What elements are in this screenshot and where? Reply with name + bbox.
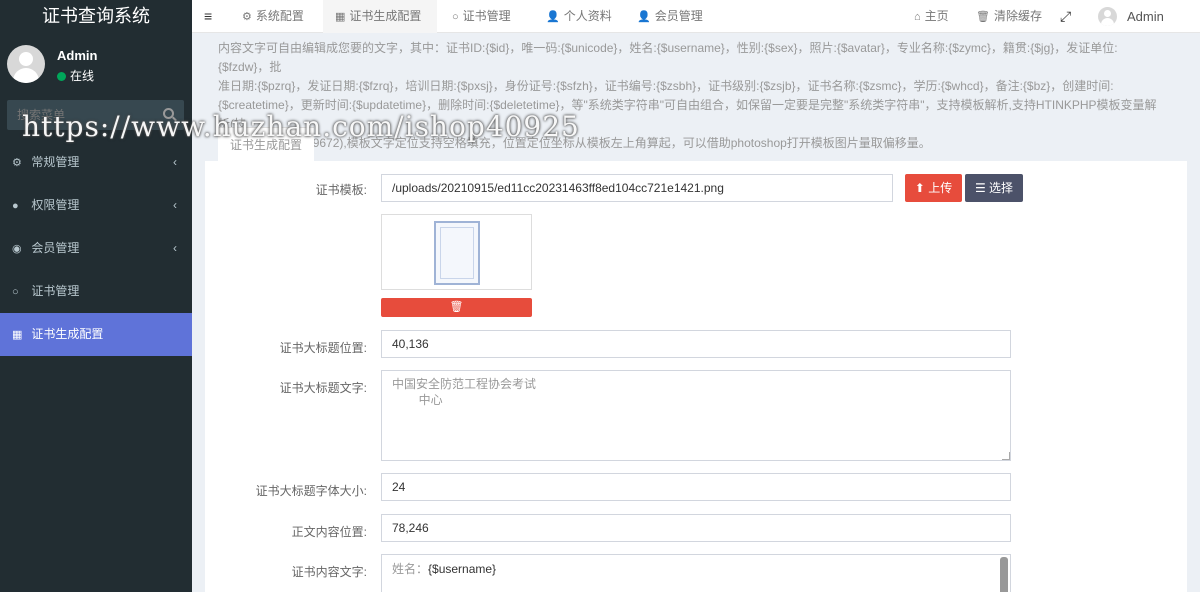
- chevron-left-icon: ‹: [173, 155, 177, 169]
- sidebar-item-certificates[interactable]: ○ 证书管理: [0, 270, 192, 313]
- trash-icon: 🗑: [449, 301, 464, 313]
- admin-menu[interactable]: Admin: [1127, 0, 1164, 33]
- circle-icon: ○: [452, 11, 459, 23]
- search-input[interactable]: [7, 100, 157, 130]
- title-size-input[interactable]: [381, 473, 1011, 501]
- sidebar: 证书查询系统 Admin 在线 ⚙ 常规管理 ‹ ● 权限管理 ‹ ◉ 会员管理…: [0, 0, 192, 592]
- gears-icon: ⚙: [12, 157, 22, 169]
- sidebar-item-label: 常规管理: [31, 155, 80, 169]
- user-panel: Admin 在线: [0, 33, 192, 95]
- body-text-input[interactable]: 姓名：{$username}: [381, 554, 1011, 592]
- delete-button[interactable]: 🗑: [381, 298, 532, 317]
- template-thumbnail[interactable]: [381, 214, 532, 290]
- upload-button[interactable]: ⬆ 上传: [905, 174, 962, 202]
- users-icon: ●: [12, 200, 19, 212]
- body-position-input[interactable]: [381, 514, 1011, 542]
- sidebar-item-members[interactable]: ◉ 会员管理 ‹: [0, 227, 192, 270]
- avatar: [7, 45, 45, 83]
- user-icon: 👤: [546, 11, 560, 23]
- avatar[interactable]: [1098, 7, 1117, 26]
- search-icon[interactable]: [163, 108, 174, 119]
- help-text: 内容文字可自由编辑成您要的文字，其中：证书ID:{$id}，唯一码:{$unic…: [218, 41, 1157, 150]
- gear-icon: ⚙: [242, 11, 252, 23]
- tab-cert-config[interactable]: ▦ 证书生成配置: [323, 0, 437, 33]
- chevron-left-icon: ‹: [173, 198, 177, 212]
- user-name: Admin: [57, 48, 98, 63]
- template-row: 证书模板: ⬆ 上传 ☰ 选择: [205, 174, 1187, 202]
- title-position-label: 证书大标题位置:: [279, 341, 367, 355]
- scrollbar[interactable]: [1000, 557, 1008, 592]
- grid-icon: ▦: [335, 11, 346, 23]
- template-label: 证书模板:: [315, 183, 367, 197]
- list-icon: ☰: [974, 181, 986, 195]
- sidebar-menu: ⚙ 常规管理 ‹ ● 权限管理 ‹ ◉ 会员管理 ‹ ○ 证书管理 ▦ 证书生成…: [0, 141, 192, 356]
- clear-cache-link[interactable]: 🗑 清除缓存: [976, 0, 1042, 33]
- app-title[interactable]: 证书查询系统: [0, 0, 192, 33]
- select-button[interactable]: ☰ 选择: [965, 174, 1023, 202]
- resize-handle-icon[interactable]: [1002, 452, 1010, 460]
- title-position-input[interactable]: [381, 330, 1011, 358]
- template-input[interactable]: [381, 174, 893, 202]
- tab-cert-manage[interactable]: ○ 证书管理: [450, 0, 513, 33]
- certificate-preview-image: [434, 221, 480, 285]
- title-text-input[interactable]: 中国安全防范工程协会考试 中心: [381, 370, 1011, 461]
- sidebar-search: [7, 100, 184, 130]
- sidebar-item-general[interactable]: ⚙ 常规管理 ‹: [0, 141, 192, 184]
- top-navbar: ≡ ⚙ 系统配置 ▦ 证书生成配置 ○ 证书管理 👤 个人资料 👤 会员管理 ⌂ 主页 🗑 清…: [192, 0, 1200, 33]
- tab-system-config[interactable]: ⚙ 系统配置: [232, 0, 314, 33]
- body-text-label: 证书内容文字:: [291, 565, 367, 579]
- home-icon: ⌂: [914, 11, 921, 23]
- sidebar-item-permissions[interactable]: ● 权限管理 ‹: [0, 184, 192, 227]
- tab-cert-config-panel[interactable]: 证书生成配置: [218, 127, 314, 161]
- sidebar-item-label: 会员管理: [31, 241, 80, 255]
- main-content: 内容文字可自由编辑成您要的文字，其中：证书ID:{$id}，唯一码:{$unic…: [192, 33, 1200, 592]
- user-icon: 👤: [637, 11, 651, 23]
- trash-icon: 🗑: [976, 11, 990, 23]
- title-text-wrapper: 中国安全防范工程协会考试 中心: [381, 370, 1011, 461]
- config-form: 证书模板: ⬆ 上传 ☰ 选择 🗑 证书大标题位置: 证书大标题文字: 中国安全…: [205, 161, 1187, 592]
- home-link[interactable]: ⌂ 主页: [914, 0, 949, 33]
- fullscreen-icon[interactable]: ⤢: [1060, 0, 1071, 33]
- body-position-label: 正文内容位置:: [291, 525, 367, 539]
- chevron-left-icon: ‹: [173, 241, 177, 255]
- sidebar-item-cert-config[interactable]: ▦ 证书生成配置: [0, 313, 192, 356]
- menu-toggle-icon[interactable]: ≡: [204, 0, 212, 33]
- upload-icon: ⬆: [914, 181, 925, 195]
- title-text-label: 证书大标题文字:: [279, 381, 367, 395]
- user-circle-icon: ◉: [12, 243, 22, 255]
- sidebar-item-label: 权限管理: [31, 198, 80, 212]
- tab-members[interactable]: 👤 会员管理: [635, 0, 705, 33]
- sidebar-item-label: 证书管理: [31, 284, 80, 298]
- tab-profile[interactable]: 👤 个人资料: [544, 0, 614, 33]
- circle-icon: ○: [12, 286, 19, 298]
- online-dot-icon: [57, 72, 66, 81]
- sidebar-item-label: 证书生成配置: [31, 327, 104, 341]
- title-size-label: 证书大标题字体大小:: [255, 484, 367, 498]
- grid-icon: ▦: [12, 329, 23, 341]
- user-status: 在线: [57, 67, 94, 84]
